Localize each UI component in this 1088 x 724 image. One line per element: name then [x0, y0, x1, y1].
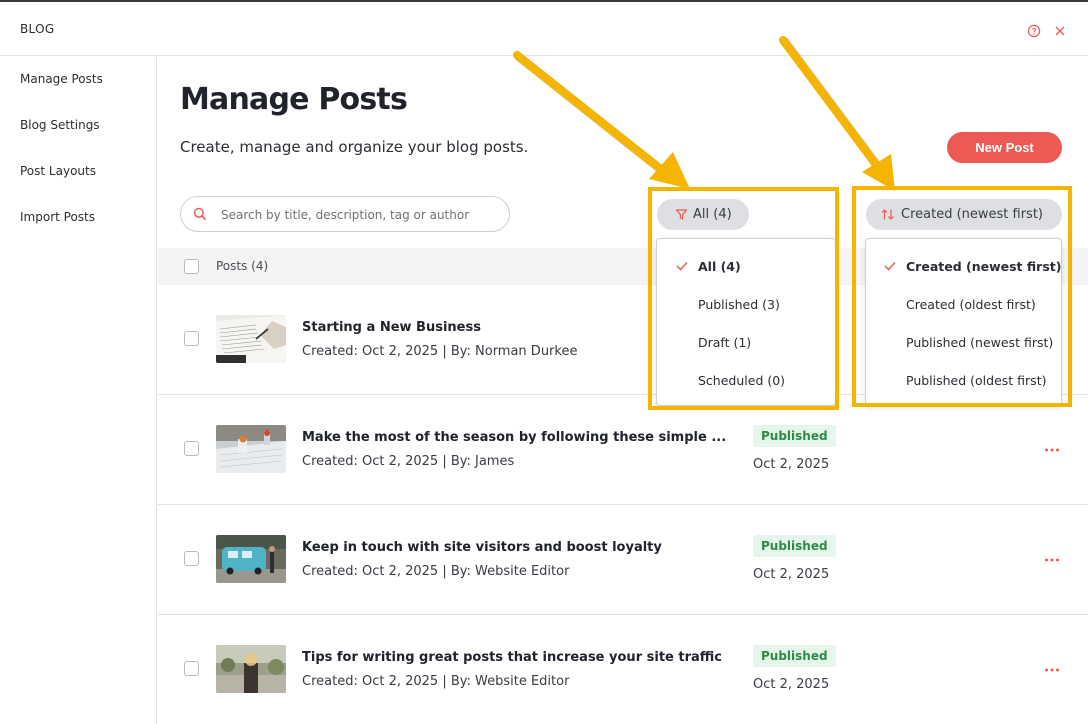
sidebar: Manage Posts Blog Settings Post Layouts … — [0, 57, 157, 724]
page-subtitle: Create, manage and organize your blog po… — [180, 138, 529, 156]
blog-window: BLOG Manage Posts Blog Settings Post Lay… — [0, 0, 1088, 724]
table-row[interactable]: Keep in touch with site visitors and boo… — [158, 505, 1088, 615]
post-title[interactable]: Keep in touch with site visitors and boo… — [302, 540, 662, 555]
table-row[interactable]: Make the most of the season by following… — [158, 395, 1088, 505]
search-box[interactable] — [180, 196, 510, 232]
select-all-checkbox[interactable] — [184, 259, 199, 274]
sidebar-item-import-posts[interactable]: Import Posts — [20, 210, 95, 224]
post-thumbnail — [216, 535, 286, 583]
sidebar-item-blog-settings[interactable]: Blog Settings — [20, 118, 100, 132]
post-meta: Created: Oct 2, 2025 | By: Website Edito… — [302, 564, 570, 579]
table-row[interactable]: Tips for writing great posts that increa… — [158, 615, 1088, 724]
sidebar-item-post-layouts[interactable]: Post Layouts — [20, 164, 96, 178]
published-date: Oct 2, 2025 — [753, 567, 830, 582]
arrow-to-filter — [513, 51, 690, 189]
post-thumbnail — [216, 425, 286, 473]
search-input[interactable] — [221, 205, 501, 225]
filter-highlight-box — [648, 187, 839, 410]
help-icon[interactable] — [1027, 24, 1041, 38]
post-thumbnail — [216, 315, 286, 363]
post-meta: Created: Oct 2, 2025 | By: Website Edito… — [302, 674, 570, 689]
search-icon — [193, 207, 207, 221]
row-checkbox[interactable] — [184, 331, 199, 346]
post-title[interactable]: Tips for writing great posts that increa… — [302, 650, 722, 665]
posts-count: Posts (4) — [216, 259, 269, 273]
post-title[interactable]: Starting a New Business — [302, 320, 481, 335]
more-icon[interactable] — [1044, 557, 1060, 563]
status-badge: Published — [753, 535, 836, 557]
post-thumbnail — [216, 645, 286, 693]
post-meta: Created: Oct 2, 2025 | By: James — [302, 454, 515, 469]
new-post-button[interactable]: New Post — [947, 132, 1062, 163]
post-title[interactable]: Make the most of the season by following… — [302, 430, 726, 445]
status-badge: Published — [753, 645, 836, 667]
post-meta: Created: Oct 2, 2025 | By: Norman Durkee — [302, 344, 578, 359]
row-checkbox[interactable] — [184, 551, 199, 566]
sidebar-item-manage-posts[interactable]: Manage Posts — [20, 72, 103, 86]
app-title: BLOG — [20, 22, 55, 36]
arrow-to-sort — [779, 36, 895, 191]
published-date: Oct 2, 2025 — [753, 677, 830, 692]
page-title: Manage Posts — [180, 82, 408, 117]
row-checkbox[interactable] — [184, 661, 199, 676]
status-badge: Published — [753, 425, 836, 447]
close-icon[interactable] — [1053, 24, 1067, 38]
sort-highlight-box — [852, 186, 1072, 407]
more-icon[interactable] — [1044, 667, 1060, 673]
top-bar: BLOG — [0, 4, 1088, 56]
row-checkbox[interactable] — [184, 441, 199, 456]
more-icon[interactable] — [1044, 447, 1060, 453]
published-date: Oct 2, 2025 — [753, 457, 830, 472]
